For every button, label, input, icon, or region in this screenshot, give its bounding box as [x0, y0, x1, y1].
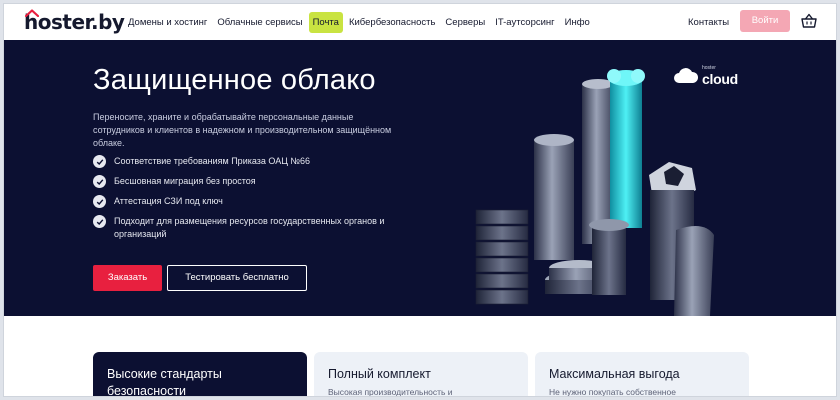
benefit-card-complete[interactable]: Полный комплект Высокая производительнос… — [314, 352, 528, 397]
check-icon — [93, 195, 106, 208]
cloud-servers-illustration — [475, 69, 714, 316]
brand-cloud-text: cloud — [702, 71, 738, 87]
nav-item-domains[interactable]: Домены и хостинг — [124, 12, 211, 33]
main-nav: Домены и хостинг Облачные сервисы Почта … — [124, 12, 594, 33]
hero-banner: Защищенное облако Переносите, храните и … — [4, 40, 836, 316]
feature-list: Соответствие требованиям Приказа ОАЦ №66… — [93, 155, 423, 248]
feature-item: Аттестация СЗИ под ключ — [93, 195, 423, 208]
login-button[interactable]: Войти — [740, 10, 790, 32]
free-trial-button[interactable]: Тестировать бесплатно — [167, 265, 307, 291]
check-icon — [93, 175, 106, 188]
nav-item-servers[interactable]: Серверы — [441, 12, 489, 33]
card-title: Высокие стандарты безопасности — [107, 367, 222, 397]
nav-item-outsourcing[interactable]: IT-аутсорсинг — [491, 12, 558, 33]
feature-text: Аттестация СЗИ под ключ — [114, 196, 223, 206]
benefit-card-security[interactable]: Высокие стандарты безопасности — [93, 352, 307, 397]
feature-item: Соответствие требованиям Приказа ОАЦ №66 — [93, 155, 423, 168]
nav-item-cloud[interactable]: Облачные сервисы — [213, 12, 306, 33]
feature-text: Подходит для размещения ресурсов государ… — [114, 216, 385, 239]
feature-text: Соответствие требованиям Приказа ОАЦ №66 — [114, 156, 311, 166]
logo-text: hoster.by — [24, 10, 125, 34]
hero-description: Переносите, храните и обрабатывайте перс… — [93, 112, 392, 148]
check-icon — [93, 215, 106, 228]
nav-item-security[interactable]: Кибербезопасность — [345, 12, 439, 33]
site-logo[interactable]: hoster.by — [24, 9, 125, 35]
hero-title: Защищенное облако — [93, 64, 376, 96]
card-title: Максимальная выгода — [549, 367, 680, 381]
cloud-icon — [674, 68, 699, 83]
feature-item: Бесшовная миграция без простоя — [93, 175, 423, 188]
card-title: Полный комплект — [328, 367, 431, 381]
nav-item-mail[interactable]: Почта — [308, 12, 343, 33]
feature-text: Бесшовная миграция без простоя — [114, 176, 256, 186]
card-subtitle: Высокая производительность и — [328, 387, 453, 397]
contacts-link[interactable]: Контакты — [688, 17, 729, 28]
site-header: hoster.by Домены и хостинг Облачные серв… — [4, 4, 836, 42]
nav-item-info[interactable]: Инфо — [561, 12, 594, 33]
order-button[interactable]: Заказать — [93, 265, 162, 291]
feature-item: Подходит для размещения ресурсов государ… — [93, 215, 423, 241]
basket-icon[interactable] — [800, 12, 818, 30]
check-icon — [93, 155, 106, 168]
card-subtitle: Не нужно покупать собственное — [549, 387, 676, 397]
browser-frame: hoster.by Домены и хостинг Облачные серв… — [3, 3, 837, 397]
benefit-card-value[interactable]: Максимальная выгода Не нужно покупать со… — [535, 352, 749, 397]
benefit-cards: Высокие стандарты безопасности Полный ко… — [4, 316, 836, 397]
logo-roof-icon — [25, 9, 39, 17]
